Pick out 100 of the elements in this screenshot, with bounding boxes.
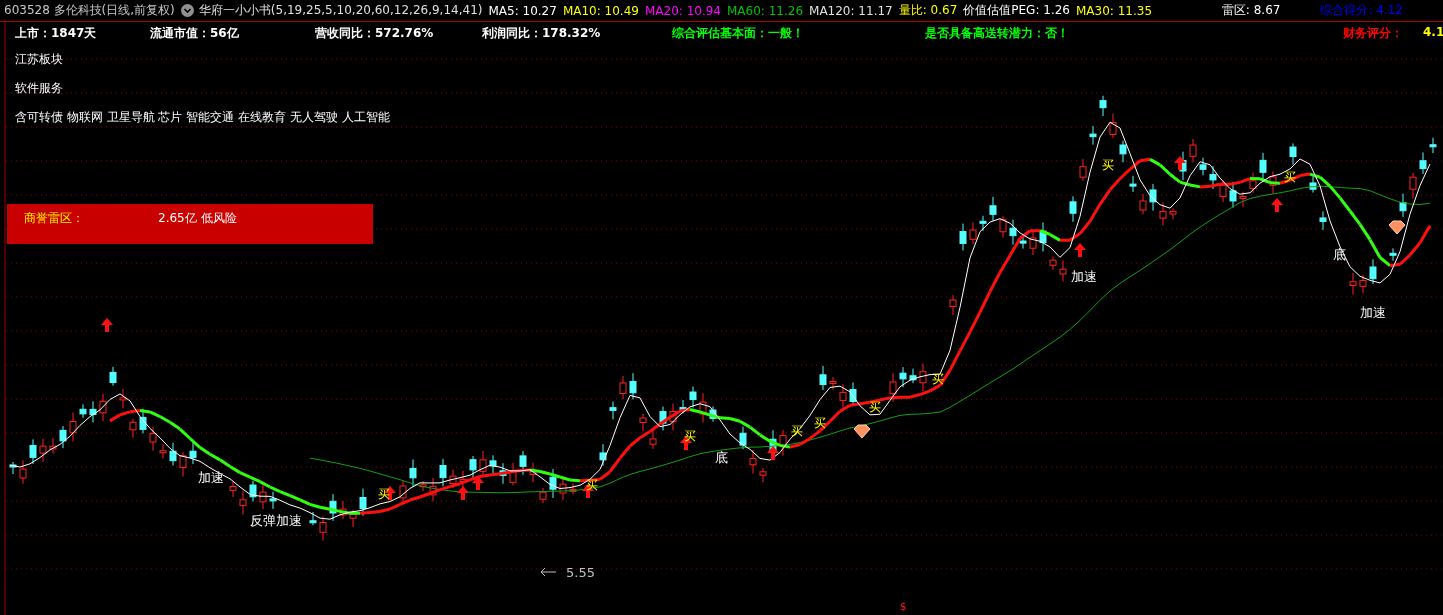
candle: [1139, 193, 1147, 215]
candle: [609, 401, 617, 420]
candle: [1089, 125, 1097, 146]
candle: [1079, 158, 1087, 182]
candle: [569, 482, 577, 495]
candle: [509, 462, 517, 486]
candle: [969, 221, 977, 245]
candle: [949, 294, 957, 316]
candle: [649, 429, 657, 450]
goodwill-label: 商誉雷区：: [24, 210, 85, 227]
candle: [909, 368, 917, 384]
candle: [959, 223, 967, 251]
candle: [829, 376, 837, 390]
candle: [839, 383, 847, 410]
fundamental-text: 4.1: [1423, 25, 1443, 39]
candle: [979, 215, 987, 232]
candle: [419, 480, 427, 492]
candle: [559, 476, 567, 501]
quote-text: 华府一小小书(5,19,25,5,10,20,60,12,26,9,14,41): [198, 2, 483, 19]
signal-text: 加速: [198, 470, 224, 485]
quote-text: MA60: 11.26: [727, 3, 804, 18]
arrow-up-icon: [767, 446, 779, 460]
candle: [259, 483, 267, 510]
candle: [1189, 138, 1197, 164]
candle: [1119, 140, 1127, 163]
chevron-down-icon[interactable]: [180, 4, 194, 17]
candle: [359, 488, 367, 517]
buy-signal-text: 买: [869, 400, 881, 415]
candle: [1359, 274, 1367, 294]
candle: [1319, 210, 1327, 231]
candle: [69, 411, 77, 442]
candle: [409, 459, 417, 488]
candle: [169, 442, 177, 467]
candle: [1429, 137, 1437, 154]
candle: [1029, 230, 1037, 256]
quote-text: 603528 多伦科技(日线,前复权): [4, 2, 175, 19]
candle: [1309, 175, 1317, 194]
candle: [629, 372, 637, 400]
candle: [1129, 175, 1137, 193]
candle: [1419, 151, 1427, 175]
score-text: 雷区: 8.67: [1221, 2, 1281, 19]
candle: [1239, 191, 1247, 208]
fundamental-text: 是否具备高送转潜力：否！: [925, 25, 1069, 42]
candle: [549, 468, 557, 499]
candle: [1069, 195, 1077, 223]
candle: [739, 426, 747, 450]
arrow-up-icon: [457, 486, 469, 500]
candle: [1269, 170, 1277, 195]
signal-text: 加速: [1071, 269, 1097, 284]
candle: [759, 467, 767, 483]
quote-text: MA5: 10.27: [488, 3, 557, 18]
candle: [1169, 207, 1177, 220]
candle: [1219, 180, 1227, 203]
fundamental-text: 综合评估基本面：一般！: [672, 25, 804, 42]
quote-text: 量比: 0.67: [898, 2, 958, 19]
candle: [819, 365, 827, 391]
arrow-up-icon: [472, 476, 484, 490]
candle: [9, 461, 17, 475]
candle: [89, 400, 97, 423]
signal-text: 加速: [276, 513, 302, 528]
low-price-text: 5.55: [566, 565, 595, 580]
candle: [1389, 247, 1397, 262]
candle: [659, 406, 667, 431]
candle: [529, 462, 537, 483]
candle: [79, 403, 87, 419]
diamond-icon: [853, 424, 871, 439]
arrow-up-icon: [1174, 156, 1186, 170]
candle: [229, 481, 237, 498]
candle: [1099, 95, 1107, 117]
candle: [269, 491, 277, 510]
candle: [539, 487, 547, 504]
candle: [1039, 222, 1047, 252]
candle: [439, 458, 447, 487]
buy-signal-text: 买: [1102, 158, 1114, 173]
signal-text: 反弹: [250, 513, 276, 528]
candle: [19, 459, 27, 485]
candle: [1259, 152, 1267, 181]
candle: [499, 462, 507, 485]
candle: [59, 425, 67, 449]
quote-text: MA120: 11.17: [809, 3, 893, 18]
arrow-up-icon: [101, 318, 113, 332]
candle: [1059, 259, 1067, 282]
candle: [1249, 172, 1257, 194]
candle: [689, 386, 697, 409]
candle: [239, 490, 247, 515]
sector-text: 含可转债 物联网 卫星导航 芯片 智能交通 在线教育 无人驾驶 人工智能: [15, 110, 390, 125]
candle: [159, 443, 167, 460]
candle: [749, 449, 757, 475]
candle: [349, 509, 357, 528]
candle: [489, 454, 497, 475]
candle: [99, 393, 107, 422]
candle: [179, 451, 187, 478]
candle: [319, 515, 327, 542]
candle: [999, 215, 1007, 239]
candle: [1049, 256, 1057, 271]
candle: [149, 426, 157, 452]
signal-text: 底: [715, 450, 728, 465]
candle: [519, 450, 527, 476]
fundamental-text: 营收同比：572.76%: [315, 25, 434, 42]
candle: [429, 477, 437, 502]
